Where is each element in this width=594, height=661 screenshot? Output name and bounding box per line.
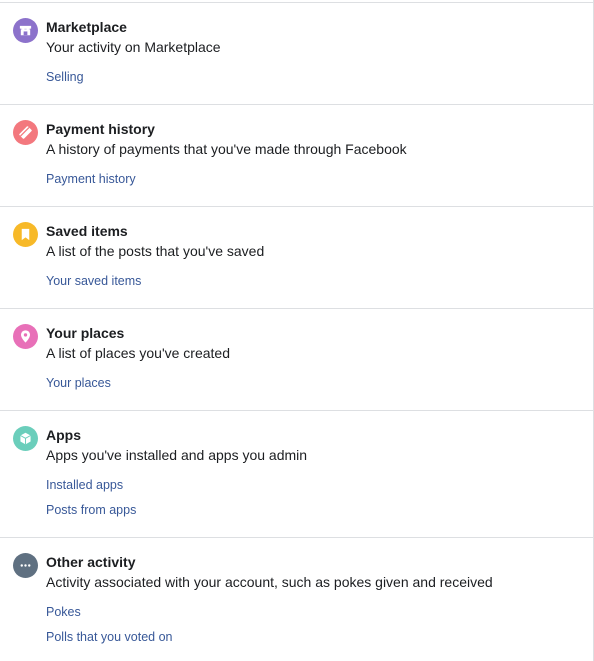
link-your-places[interactable]: Your places bbox=[46, 375, 111, 391]
section-description: Activity associated with your account, s… bbox=[46, 574, 493, 590]
activity-log-page: Marketplace Your activity on Marketplace… bbox=[0, 0, 594, 661]
section-saved-items: Saved items A list of the posts that you… bbox=[0, 207, 594, 309]
link-payment-history[interactable]: Payment history bbox=[46, 171, 136, 187]
section-title: Other activity bbox=[46, 554, 136, 570]
section-description: Apps you've installed and apps you admin bbox=[46, 447, 308, 463]
apps-cube-icon bbox=[13, 426, 38, 451]
section-description: A history of payments that you've made t… bbox=[46, 141, 407, 157]
section-other-activity: Other activity Activity associated with … bbox=[0, 538, 594, 661]
link-selling[interactable]: Selling bbox=[46, 69, 84, 85]
section-marketplace: Marketplace Your activity on Marketplace… bbox=[0, 3, 594, 105]
section-apps: Apps Apps you've installed and apps you … bbox=[0, 411, 594, 538]
link-your-saved-items[interactable]: Your saved items bbox=[46, 273, 141, 289]
section-title: Saved items bbox=[46, 223, 128, 239]
link-pokes[interactable]: Pokes bbox=[46, 604, 81, 620]
section-description: A list of the posts that you've saved bbox=[46, 243, 265, 259]
location-pin-icon bbox=[13, 324, 38, 349]
marketplace-icon bbox=[13, 18, 38, 43]
link-posts-from-apps[interactable]: Posts from apps bbox=[46, 502, 136, 518]
section-title: Apps bbox=[46, 427, 81, 443]
section-description: Your activity on Marketplace bbox=[46, 39, 221, 55]
section-title: Marketplace bbox=[46, 19, 127, 35]
bookmark-icon bbox=[13, 222, 38, 247]
section-payment-history: Payment history A history of payments th… bbox=[0, 105, 594, 207]
section-title: Your places bbox=[46, 325, 125, 341]
section-title: Payment history bbox=[46, 121, 155, 137]
section-description: A list of places you've created bbox=[46, 345, 230, 361]
link-installed-apps[interactable]: Installed apps bbox=[46, 477, 123, 493]
payment-icon bbox=[13, 120, 38, 145]
link-polls-you-voted-on[interactable]: Polls that you voted on bbox=[46, 629, 172, 645]
section-your-places: Your places A list of places you've crea… bbox=[0, 309, 594, 411]
more-dots-icon bbox=[13, 553, 38, 578]
